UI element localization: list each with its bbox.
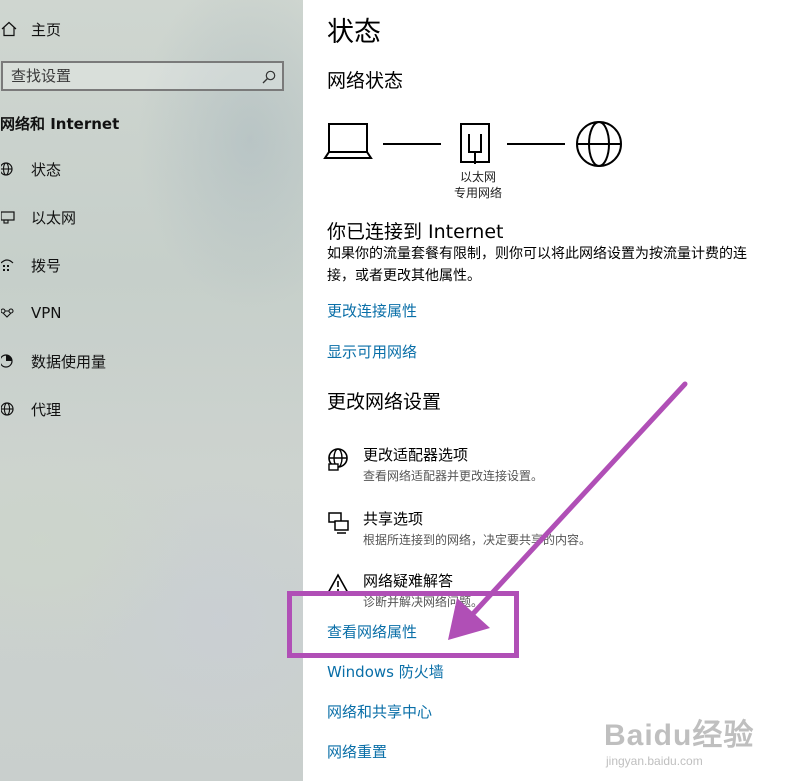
sidebar-item-label: 代理 [31,400,62,419]
sidebar-item-vpn[interactable]: VPN [0,304,62,322]
network-diagram [323,121,622,167]
option-description: 查看网络适配器并更改连接设置。 [363,469,544,483]
sidebar-item-label: 以太网 [31,208,77,227]
watermark-logo: Baidu经验 [604,719,755,752]
sidebar-item-proxy[interactable]: 代理 [0,400,61,419]
option-title: 共享选项 [363,510,424,528]
sidebar-item-data-usage[interactable]: 数据使用量 [0,352,106,371]
sharing-icon [327,511,351,535]
status-icon [0,160,18,178]
main-panel: 状态 网络状态 以太网 专用网络 你已连接到 Internet 如果你的流量套餐… [303,0,790,781]
watermark-url: jingyan.baidu.com [606,754,703,768]
network-sharing-center-link[interactable]: 网络和共享中心 [327,701,432,722]
ethernet-icon [0,208,18,226]
globe-icon [0,400,18,418]
watermark: Baidu经验 jingyan.baidu.com [604,710,754,768]
adapter-label-line1: 以太网 [459,170,496,184]
network-status-heading: 网络状态 [327,70,404,92]
sidebar-item-status[interactable]: 状态 [0,160,61,179]
computer-icon [323,123,373,159]
option-title: 更改适配器选项 [363,446,469,464]
connected-heading: 你已连接到 Internet [327,221,504,243]
sidebar-item-label: 数据使用量 [31,352,107,371]
sidebar-item-label: VPN [31,304,62,322]
change-connection-properties-link[interactable]: 更改连接属性 [327,300,417,321]
sidebar-item-label: 拨号 [31,256,62,275]
adapter-label-line2: 专用网络 [453,186,502,200]
search-box[interactable] [1,61,284,91]
option-title: 网络疑难解答 [363,572,454,590]
home-icon [0,20,18,38]
connected-description: 如果你的流量套餐有限制，则你可以将此网络设置为按流量计费的连接，或者更改其他属性… [327,246,747,284]
sidebar-home-label: 主页 [31,20,62,39]
search-input[interactable] [3,63,251,89]
data-usage-icon [0,352,18,370]
adapter-icon [327,447,351,471]
sidebar-item-dialup[interactable]: 拨号 [0,256,61,275]
dialup-icon [0,256,18,274]
highlight-box [287,591,519,658]
sidebar: 主页 网络和 Internet 状态 以太网 拨号 VPN [0,0,303,781]
show-available-networks-link[interactable]: 显示可用网络 [327,341,417,362]
ethernet-port-icon [460,123,490,164]
sidebar-home[interactable]: 主页 [0,20,61,39]
sidebar-section-title: 网络和 Internet [0,115,120,133]
vpn-icon [0,304,18,322]
sidebar-item-ethernet[interactable]: 以太网 [0,208,76,227]
search-icon[interactable] [262,69,276,84]
option-description: 根据所连接到的网络，决定要共享的内容。 [363,533,592,547]
sidebar-item-label: 状态 [31,160,62,179]
internet-globe-icon [576,121,622,167]
network-reset-link[interactable]: 网络重置 [327,741,387,762]
page-title: 状态 [327,17,381,48]
windows-firewall-link[interactable]: Windows 防火墙 [327,661,444,682]
change-network-settings-heading: 更改网络设置 [327,391,442,413]
